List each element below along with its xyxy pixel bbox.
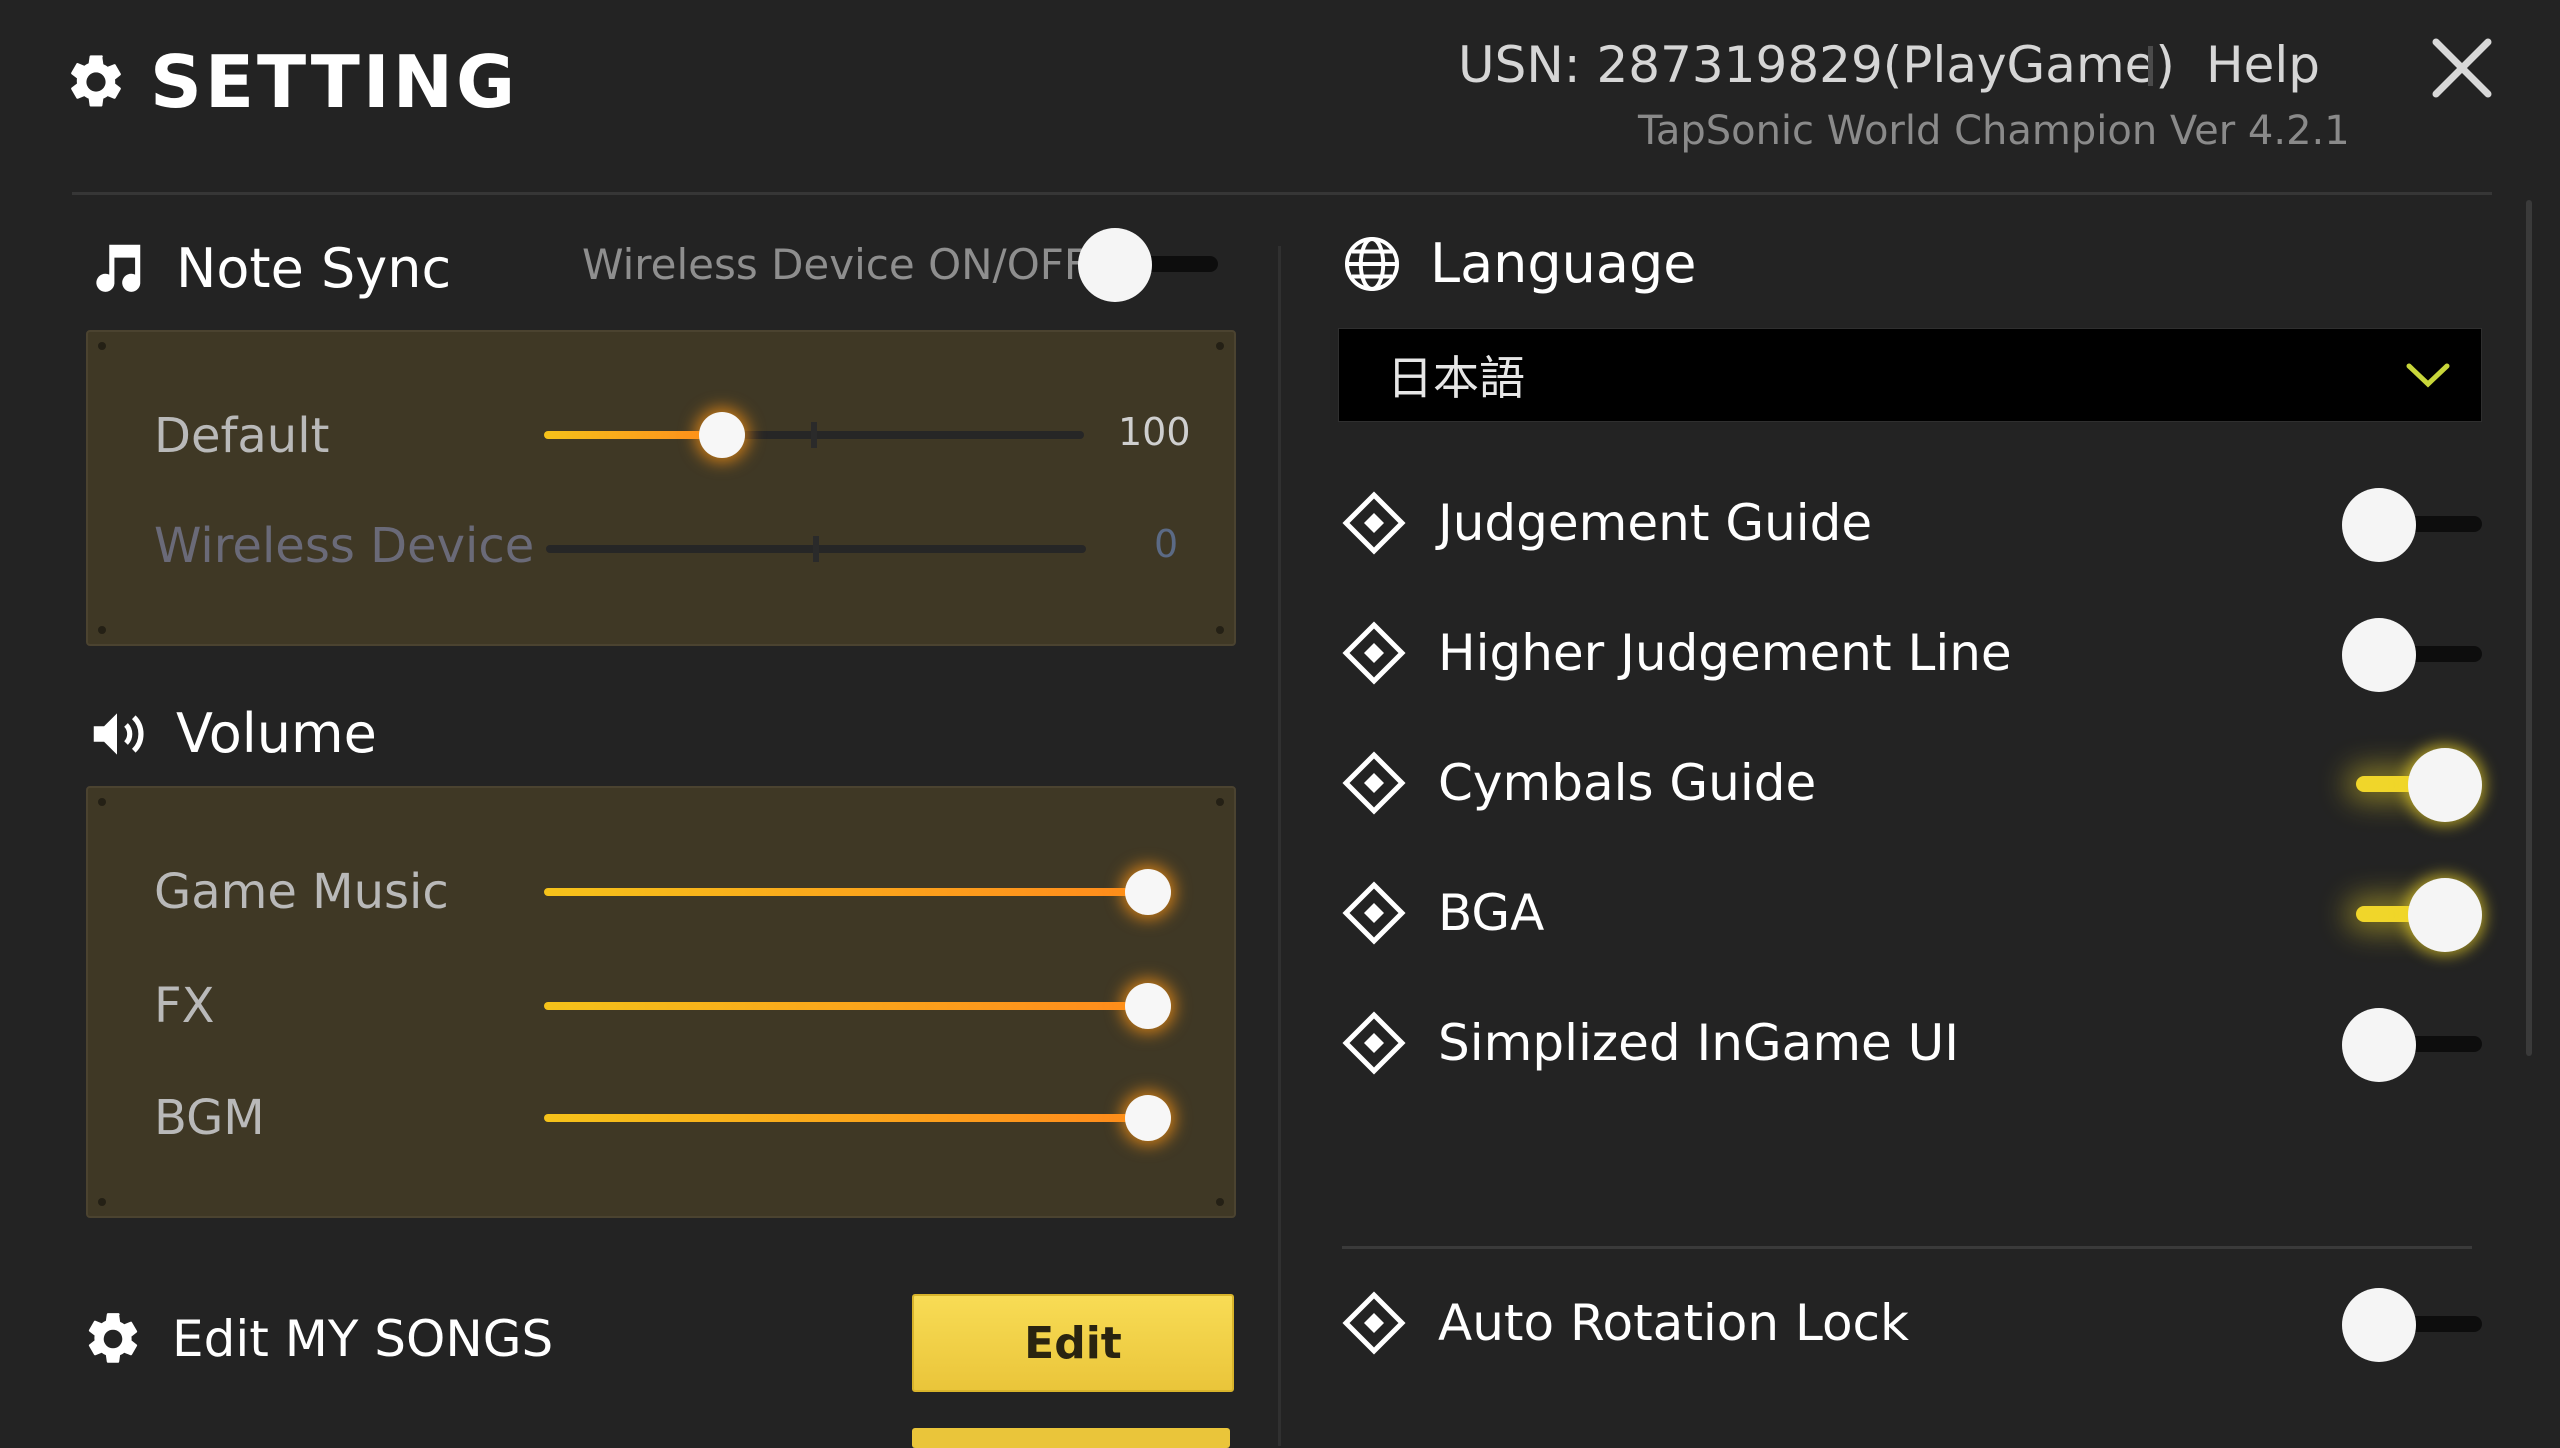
- diamond-icon: [1342, 491, 1406, 555]
- note-sync-panel: Default 100 Wireless Device 0: [86, 330, 1236, 646]
- option-toggle[interactable]: [2342, 478, 2482, 568]
- options-divider: [1342, 1246, 2472, 1249]
- note-sync-header: Note Sync: [86, 236, 451, 300]
- wireless-onoff-label: Wireless Device ON/OFF: [582, 240, 1089, 289]
- diamond-icon: [1342, 1291, 1406, 1355]
- header-divider: [72, 192, 2492, 195]
- default-value: 100: [1118, 410, 1191, 454]
- language-title: Language: [1430, 232, 1697, 295]
- fx-label: FX: [154, 978, 215, 1034]
- language-header: Language: [1342, 232, 1697, 295]
- option-row: Simplized InGame UI: [1342, 998, 2492, 1088]
- my-songs-title: Edit MY SONGS: [172, 1310, 554, 1368]
- slider-fill: [544, 431, 722, 439]
- game-music-slider[interactable]: [544, 869, 1171, 915]
- toggle-knob: [2408, 748, 2482, 822]
- slider-center-tick: [811, 422, 817, 448]
- toggle-knob: [1078, 228, 1152, 302]
- bgm-label: BGM: [154, 1090, 265, 1146]
- page-title-group: SETTING: [64, 40, 518, 124]
- option-label: Cymbals Guide: [1438, 754, 1817, 812]
- globe-icon: [1345, 236, 1399, 291]
- close-button[interactable]: [2430, 36, 2494, 100]
- help-link[interactable]: Help: [2206, 36, 2320, 94]
- option-label: Simplized InGame UI: [1438, 1014, 1960, 1072]
- option-row: Cymbals Guide: [1342, 738, 2492, 828]
- diamond-icon: [1342, 881, 1406, 945]
- version-text: TapSonic World Champion Ver 4.2.1: [1638, 108, 2350, 154]
- toggle-knob: [2408, 878, 2482, 952]
- chevron-down-icon: [2406, 363, 2450, 388]
- close-icon: [2432, 38, 2492, 98]
- option-label: Higher Judgement Line: [1438, 624, 2012, 682]
- toggle-knob: [2342, 1288, 2416, 1362]
- toggle-knob: [2342, 618, 2416, 692]
- volume-panel: Game Music FX BGM: [86, 786, 1236, 1218]
- slider-knob[interactable]: [699, 412, 745, 458]
- option-toggle[interactable]: [2342, 868, 2482, 958]
- language-dropdown[interactable]: 日本語: [1338, 328, 2482, 422]
- page-title: SETTING: [150, 40, 519, 124]
- my-songs-header: Edit MY SONGS: [82, 1308, 553, 1370]
- option-label: BGA: [1438, 884, 1545, 942]
- option-toggle[interactable]: [2342, 608, 2482, 698]
- volume-header: Volume: [86, 702, 377, 765]
- option-toggle[interactable]: [2342, 998, 2482, 1088]
- slider-fill: [544, 1114, 1148, 1122]
- default-slider[interactable]: [544, 412, 1084, 458]
- wireless-device-label: Wireless Device: [154, 518, 535, 574]
- diamond-icon: [1342, 621, 1406, 685]
- slider-knob[interactable]: [1125, 983, 1171, 1029]
- bgm-slider[interactable]: [544, 1095, 1171, 1141]
- note-sync-title: Note Sync: [176, 236, 452, 300]
- toggle-knob: [2342, 488, 2416, 562]
- option-toggle[interactable]: [2342, 1278, 2482, 1368]
- diamond-icon: [1342, 751, 1406, 815]
- edit-my-songs-button[interactable]: Edit: [912, 1294, 1234, 1392]
- option-row: Higher Judgement Line: [1342, 608, 2492, 698]
- column-divider: [1278, 246, 1281, 1446]
- speaker-icon: [93, 712, 144, 755]
- game-music-label: Game Music: [154, 864, 449, 920]
- fx-slider[interactable]: [544, 983, 1171, 1029]
- slider-knob[interactable]: [1125, 1095, 1171, 1141]
- wireless-device-toggle[interactable]: [1078, 218, 1218, 308]
- slider-knob[interactable]: [1125, 869, 1171, 915]
- option-label: Auto Rotation Lock: [1438, 1294, 1909, 1352]
- scrollbar[interactable]: [2526, 200, 2532, 1056]
- volume-title: Volume: [176, 702, 377, 765]
- slider-center-tick: [813, 536, 819, 562]
- next-button-partial[interactable]: [912, 1428, 1230, 1448]
- default-label: Default: [154, 408, 330, 464]
- wireless-device-value: 0: [1154, 522, 1179, 566]
- option-row: Auto Rotation Lock: [1342, 1278, 2492, 1368]
- usn-text: USN: 287319829(PlayGame): [1458, 36, 2175, 94]
- diamond-icon: [1342, 1011, 1406, 1075]
- option-row: Judgement Guide: [1342, 478, 2492, 568]
- slider-fill: [544, 888, 1148, 896]
- option-label: Judgement Guide: [1438, 494, 1873, 552]
- music-note-icon: [96, 244, 141, 292]
- wireless-device-slider: [546, 536, 1086, 562]
- gear-icon: [71, 55, 121, 107]
- header-separator: [2148, 46, 2153, 86]
- language-selected: 日本語: [1387, 351, 1525, 405]
- option-toggle[interactable]: [2342, 738, 2482, 828]
- slider-fill: [544, 1002, 1148, 1010]
- toggle-knob: [2342, 1008, 2416, 1082]
- gear-icon: [88, 1313, 138, 1363]
- option-row: BGA: [1342, 868, 2492, 958]
